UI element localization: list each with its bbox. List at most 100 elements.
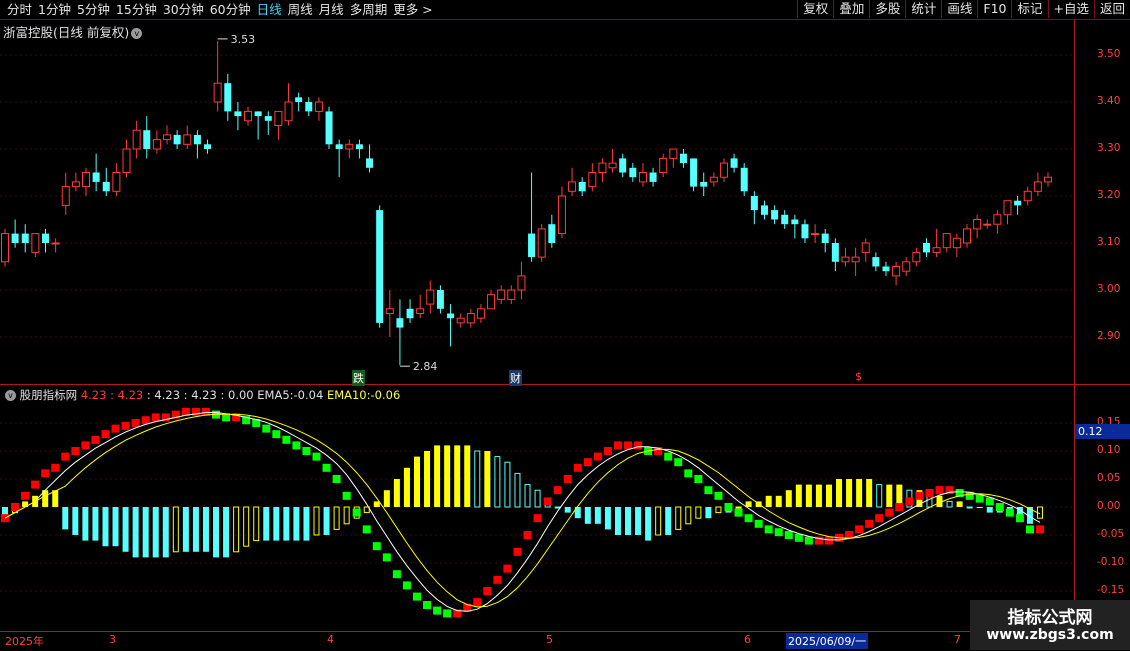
indicator-axis-label: -0.15 (1097, 584, 1125, 596)
indicator-bar (52, 490, 59, 507)
ema-square (593, 452, 602, 461)
candle-body (771, 210, 779, 220)
candle-body (325, 111, 333, 145)
ema-square (824, 536, 833, 545)
price-axis-label: 3.50 (1097, 48, 1121, 60)
ema-square (412, 592, 421, 601)
indicator-axis-label: 0.05 (1097, 472, 1121, 484)
candle-body (548, 224, 556, 243)
candle-body (781, 214, 789, 225)
ema-square (443, 609, 452, 618)
candle-body (983, 223, 992, 226)
ema-square (664, 452, 673, 461)
candle-body (497, 289, 506, 300)
mark-die[interactable]: 跌 (352, 370, 365, 386)
candle-body (476, 308, 485, 319)
candle-body (659, 157, 668, 173)
candle-body (355, 144, 363, 149)
ema-square (423, 601, 432, 609)
indicator-bar (202, 507, 209, 552)
candle-body (183, 134, 192, 145)
indicator-axis-label: 0.10 (1097, 444, 1121, 456)
date-axis-label: 7 (954, 633, 961, 646)
candle-body (851, 256, 860, 263)
candle-body (92, 172, 100, 182)
indicator-axis-label: 0.00 (1097, 500, 1121, 512)
indicator-bar (504, 461, 511, 508)
ema-square (684, 469, 693, 478)
indicator-bar (926, 495, 933, 508)
indicator-bar (976, 507, 983, 508)
candle-body (740, 167, 748, 192)
indicator-bar (775, 495, 782, 507)
indicator-bar (464, 445, 471, 507)
ema-square (754, 519, 763, 528)
candle-body (466, 313, 475, 324)
candle-body (517, 275, 526, 291)
indicator-bar (152, 507, 159, 558)
candle-body (1, 233, 9, 263)
mark-cai[interactable]: 财 (509, 370, 522, 386)
watermark-title: 指标公式网 (1007, 608, 1093, 628)
indicator-bar (313, 506, 320, 536)
indicator-bar (383, 490, 390, 507)
candle-body (952, 237, 961, 249)
ema-square (342, 491, 351, 500)
candle-body (801, 224, 809, 239)
indicator-bar (192, 507, 199, 552)
indicator-bar (373, 501, 380, 507)
ema-square (81, 441, 90, 450)
mark-s[interactable]: $ (855, 370, 862, 383)
candle-body (760, 205, 768, 215)
tool-button-8[interactable]: 返回 (1093, 0, 1130, 18)
candle-body (213, 82, 222, 103)
candle-body (1033, 181, 1042, 192)
candle-body (244, 110, 253, 122)
candle-body (173, 134, 181, 145)
ema-square (553, 486, 562, 495)
ema-square (302, 447, 311, 455)
ema-square (392, 570, 401, 579)
ema-square (101, 430, 110, 439)
candle-body (102, 181, 110, 192)
indicator-bar (273, 507, 280, 541)
candle-body (314, 101, 323, 112)
candle-body (264, 116, 272, 121)
ema-square (523, 531, 532, 539)
ema-square (292, 441, 301, 450)
low-label: 2.84 (413, 360, 438, 373)
candle-body (193, 134, 201, 145)
candle-body (42, 233, 50, 243)
candle-body (456, 317, 465, 324)
indicator-bar (172, 506, 179, 553)
ema-square (111, 424, 120, 433)
indicator-bar (785, 490, 792, 507)
ema-square (855, 525, 864, 534)
ema-square (51, 463, 60, 472)
candle-body (416, 308, 425, 314)
ema-square (362, 525, 371, 534)
indicator-bar (986, 507, 993, 513)
indicator-bar (293, 507, 300, 541)
ema-square (483, 587, 492, 595)
candle-body (638, 172, 647, 183)
ema-square (573, 463, 582, 472)
candle-body (345, 143, 354, 150)
indicator-bar (162, 507, 169, 558)
indicator-bar (886, 484, 893, 507)
indicator-bar (825, 484, 832, 507)
ema-square (473, 598, 482, 607)
indicator-bar (614, 507, 621, 535)
candle-body (872, 257, 880, 267)
ema-square (312, 452, 321, 461)
indicator-bar (82, 507, 89, 541)
candle-body (882, 266, 890, 272)
indicator-bar (413, 456, 420, 507)
indicator-bar (765, 495, 772, 507)
ema-square (1015, 514, 1024, 523)
chart-canvas[interactable]: 3.53 2.84 (0, 0, 1074, 632)
candle-body (335, 144, 343, 149)
ema-square (21, 491, 30, 500)
ema-square (121, 421, 130, 430)
ema-square (131, 419, 140, 427)
